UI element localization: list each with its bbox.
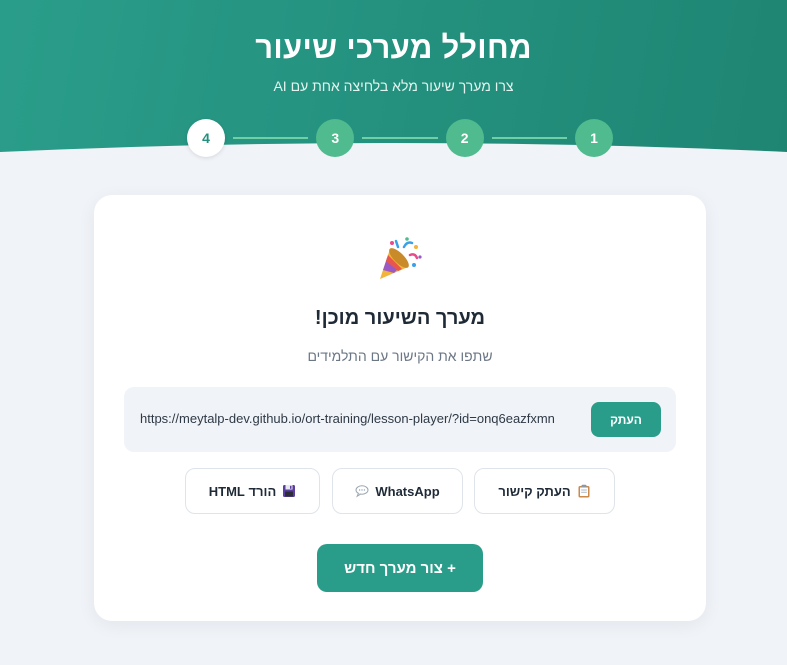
result-title: מערך השיעור מוכן! [314, 307, 486, 329]
new-lesson-button[interactable]: + צור מערך חדש [317, 544, 483, 592]
step-2: 2 [445, 119, 484, 157]
whatsapp-share-button[interactable]: WhatsApp [332, 468, 463, 514]
step-connector [233, 137, 309, 139]
page-subtitle: צרו מערך שיעור מלא בלחיצה אחת עם AI [273, 78, 514, 94]
progress-stepper: 4 3 2 1 [187, 119, 613, 157]
step-connector [362, 137, 438, 139]
result-subtitle: שתפו את הקישור עם התלמידים [307, 348, 493, 364]
copy-link-button[interactable]: העתק קישור [474, 468, 615, 514]
whatsapp-label: WhatsApp [375, 483, 440, 499]
step-4: 4 [187, 119, 225, 157]
clipboard-icon [578, 484, 590, 498]
page-title: מחולל מערכי שיעור [255, 30, 532, 65]
step-1: 1 [574, 119, 613, 157]
speech-bubble-icon [355, 485, 369, 498]
step-3: 3 [316, 119, 355, 157]
copy-link-label: העתק קישור [498, 483, 571, 499]
share-link-url[interactable]: https://meytalp-dev.github.io/ort-traini… [140, 411, 555, 426]
download-html-button[interactable]: הורד HTML [185, 468, 320, 514]
result-card: מערך השיעור מוכן! שתפו את הקישור עם התלמ… [94, 195, 706, 621]
share-link-box: https://meytalp-dev.github.io/ort-traini… [124, 387, 676, 452]
floppy-disk-icon [283, 485, 296, 497]
copy-button[interactable]: העתק [591, 402, 661, 437]
download-html-label: הורד HTML [208, 483, 277, 499]
party-popper-icon [380, 237, 422, 279]
step-connector [491, 137, 567, 139]
